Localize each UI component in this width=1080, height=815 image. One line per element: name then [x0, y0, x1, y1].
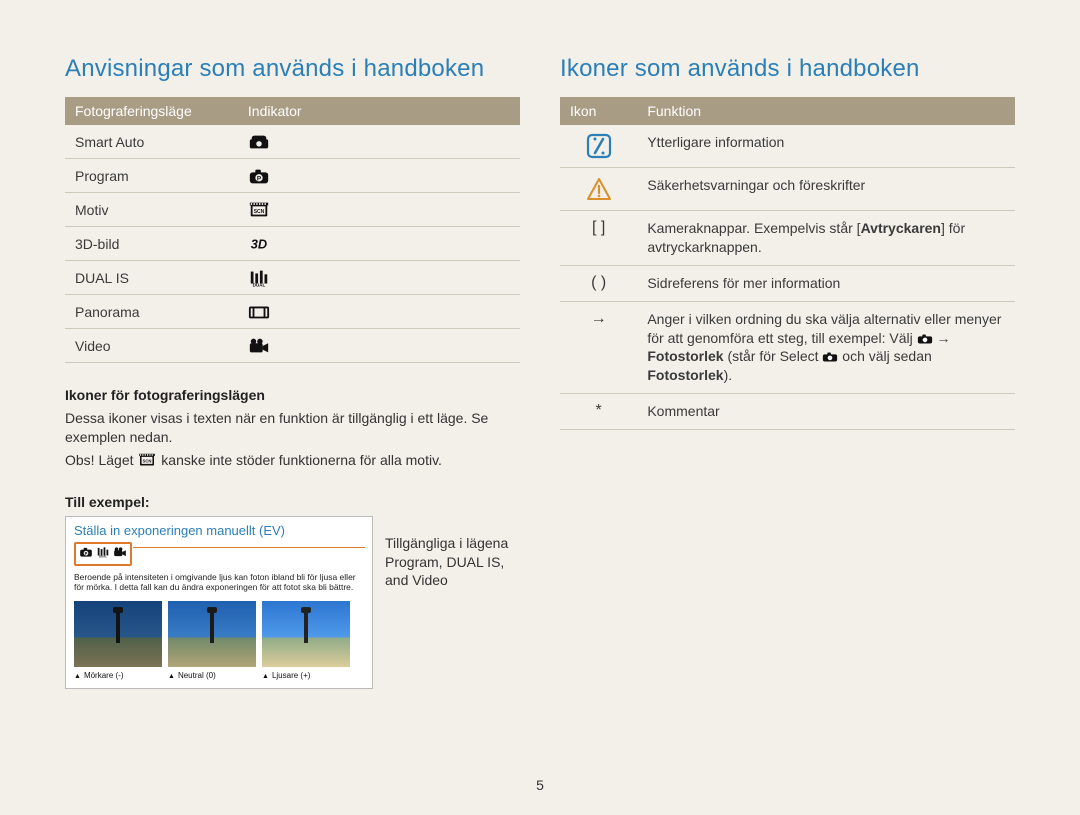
3d-icon: [238, 227, 520, 261]
thumb-label: Neutral (0): [168, 671, 256, 680]
video-icon: [113, 545, 127, 563]
manual-icons-table: Ikon Funktion Ytterligare informationSäk…: [560, 97, 1015, 430]
left-column: Anvisningar som används i handboken Foto…: [65, 55, 520, 689]
icon-function-text: Kameraknappar. Exempelvis står [Avtrycka…: [637, 211, 1015, 266]
example-heading: Till exempel:: [65, 494, 520, 510]
star-symbol: *: [560, 394, 637, 430]
example-thumbnails: Mörkare (-) Neutral (0) Ljusare (+): [74, 601, 364, 680]
right-column: Ikoner som används i handboken Ikon Funk…: [560, 55, 1015, 689]
page-number: 5: [0, 777, 1080, 793]
modes-row: Smart Auto: [65, 125, 520, 159]
example-title: Ställa in exponeringen manuellt (EV): [74, 523, 364, 538]
modes-row: Motiv: [65, 193, 520, 227]
modes-row: Video: [65, 329, 520, 363]
arrow-symbol: →: [560, 301, 637, 394]
modes-th-indicator: Indikator: [238, 97, 520, 125]
icons-th-icon: Ikon: [560, 97, 637, 125]
icons-row: Ytterligare information: [560, 125, 1015, 168]
mode-name: 3D-bild: [65, 227, 238, 261]
icons-row: →Anger i vilken ordning du ska välja alt…: [560, 301, 1015, 394]
icon-function-text: Kommentar: [637, 394, 1015, 430]
modes-row: Program: [65, 159, 520, 193]
camera-icon: [917, 330, 933, 346]
program-icon: [238, 159, 520, 193]
thumb-label: Ljusare (+): [262, 671, 350, 680]
icons-row: ( )Sidreferens för mer information: [560, 265, 1015, 301]
info-icon: [560, 125, 637, 168]
mode-name: Program: [65, 159, 238, 193]
brackets-symbol: [ ]: [560, 211, 637, 266]
warning-icon: [560, 168, 637, 211]
mode-name: Motiv: [65, 193, 238, 227]
icons-row: [ ]Kameraknappar. Exempelvis står [Avtry…: [560, 211, 1015, 266]
example-desc: Beroende på intensiteten i omgivande lju…: [74, 572, 364, 593]
modes-row: Panorama: [65, 295, 520, 329]
icon-function-text: Anger i vilken ordning du ska välja alte…: [637, 301, 1015, 394]
modes-row: DUAL IS: [65, 261, 520, 295]
example-thumb: Neutral (0): [168, 601, 256, 680]
camera-icon: [822, 348, 838, 364]
shooting-modes-table: Fotograferingsläge Indikator Smart AutoP…: [65, 97, 520, 363]
modes-th-mode: Fotograferingsläge: [65, 97, 238, 125]
program-icon: [79, 545, 93, 563]
video-icon: [238, 329, 520, 363]
dual-is-icon: [96, 545, 110, 563]
icons-row: Säkerhetsvarningar och föreskrifter: [560, 168, 1015, 211]
icon-function-text: Ytterligare information: [637, 125, 1015, 168]
thumb-image: [262, 601, 350, 667]
right-heading: Ikoner som används i handboken: [560, 55, 1015, 83]
mode-icons-subheading: Ikoner för fotograferingslägen: [65, 387, 520, 403]
mode-name: Smart Auto: [65, 125, 238, 159]
example-mode-icons-highlight: [74, 542, 132, 566]
thumb-label: Mörkare (-): [74, 671, 162, 680]
icons-row: *Kommentar: [560, 394, 1015, 430]
modes-row: 3D-bild: [65, 227, 520, 261]
mode-name: DUAL IS: [65, 261, 238, 295]
icon-function-text: Säkerhetsvarningar och föreskrifter: [637, 168, 1015, 211]
scene-icon: [238, 193, 520, 227]
smart-auto-icon: [238, 125, 520, 159]
example-screenshot: Ställa in exponeringen manuellt (EV) Ber…: [65, 516, 373, 689]
icons-th-function: Funktion: [637, 97, 1015, 125]
dual-is-icon: [238, 261, 520, 295]
mode-icons-text-1: Dessa ikoner visas i texten när en funkt…: [65, 409, 520, 447]
scene-icon: [137, 452, 157, 468]
thumb-image: [168, 601, 256, 667]
example-thumb: Mörkare (-): [74, 601, 162, 680]
manual-page: Anvisningar som används i handboken Foto…: [0, 0, 1080, 719]
mode-icons-text-2: Obs! Läget kanske inte stöder funktioner…: [65, 451, 520, 470]
example-thumb: Ljusare (+): [262, 601, 350, 680]
mode-name: Panorama: [65, 295, 238, 329]
example-side-caption: Tillgängliga i lägena Program, DUAL IS, …: [385, 516, 520, 591]
example-row: Ställa in exponeringen manuellt (EV) Ber…: [65, 516, 520, 689]
icon-function-text: Sidreferens för mer information: [637, 265, 1015, 301]
parens-symbol: ( ): [560, 265, 637, 301]
callout-line: [133, 547, 365, 548]
left-heading: Anvisningar som används i handboken: [65, 55, 520, 83]
panorama-icon: [238, 295, 520, 329]
thumb-image: [74, 601, 162, 667]
mode-name: Video: [65, 329, 238, 363]
